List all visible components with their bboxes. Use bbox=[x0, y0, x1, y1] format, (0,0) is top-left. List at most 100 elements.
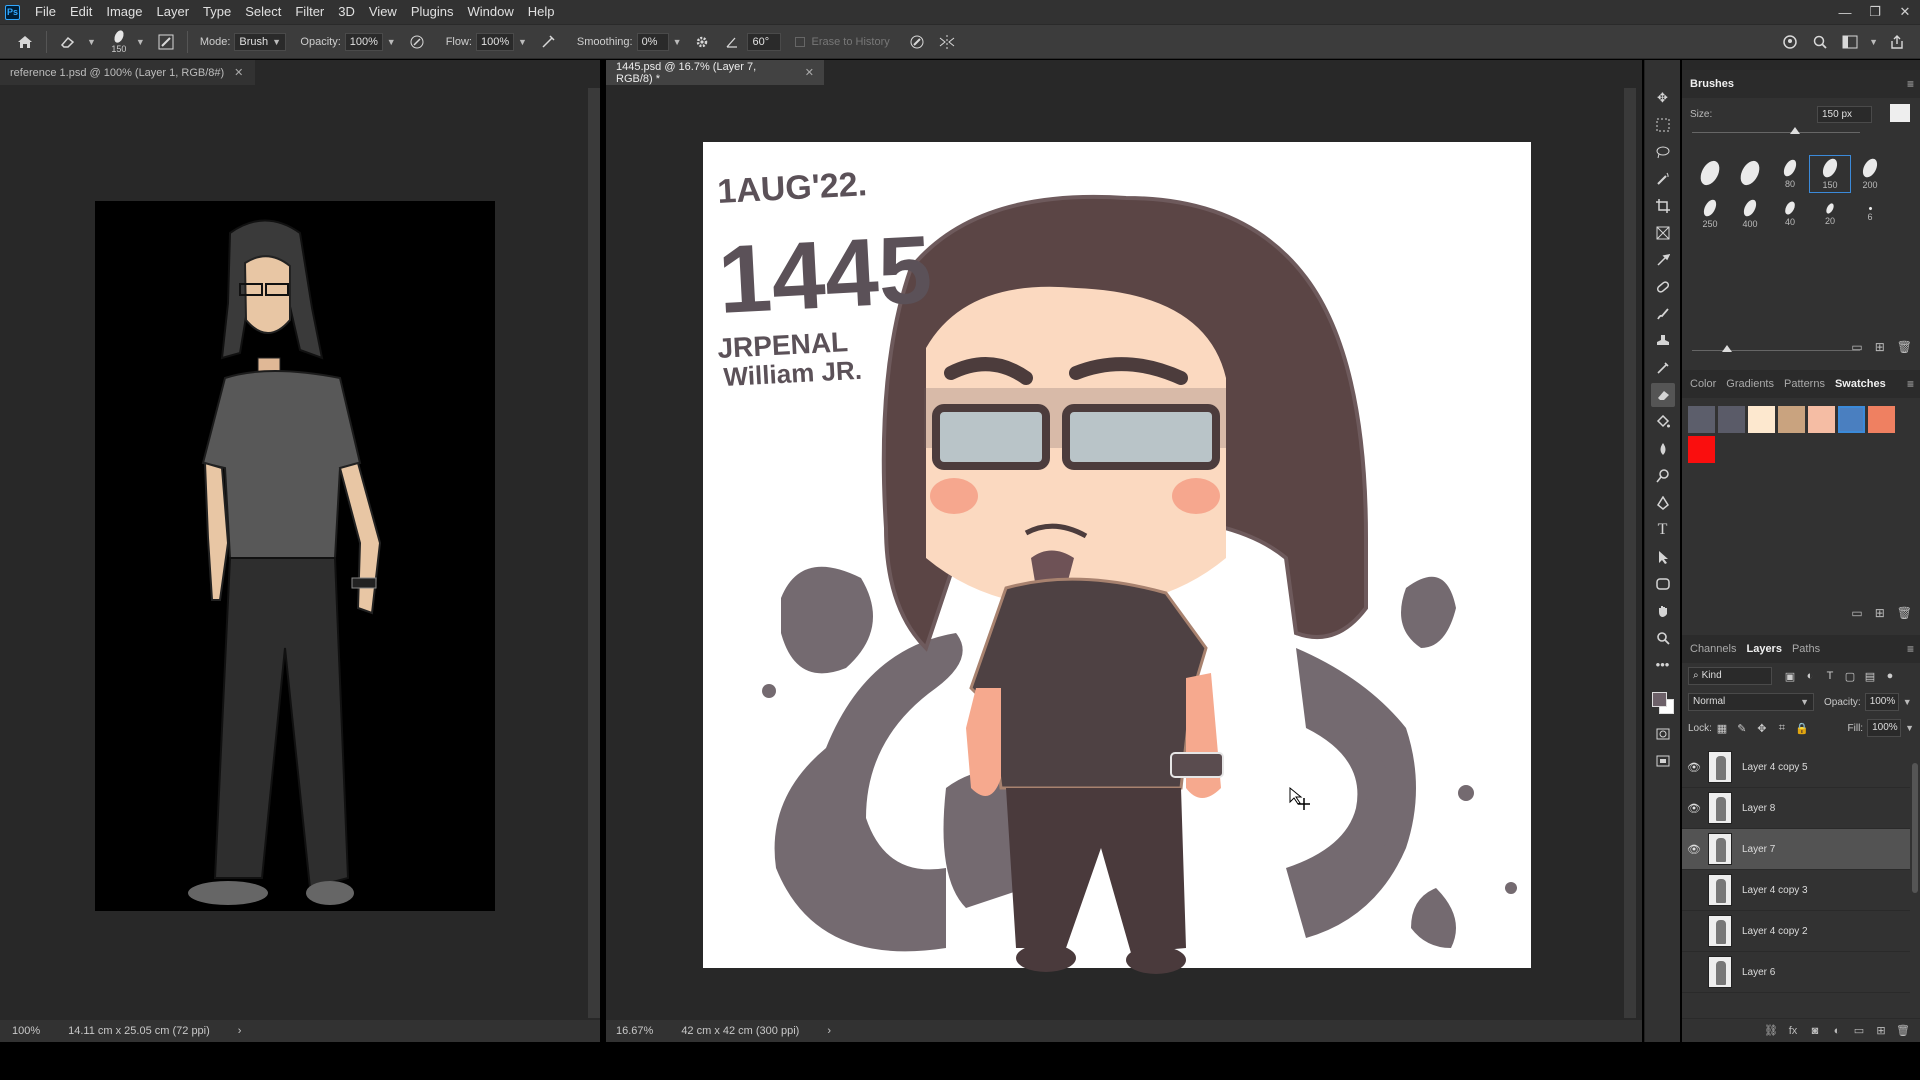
quick-mask-icon[interactable] bbox=[1651, 722, 1675, 746]
restore-button[interactable]: ❐ bbox=[1860, 0, 1890, 24]
chevron-down-icon[interactable]: ▼ bbox=[387, 37, 396, 47]
menu-window[interactable]: Window bbox=[460, 0, 520, 24]
tab-color[interactable]: Color bbox=[1690, 378, 1716, 390]
minimize-button[interactable]: — bbox=[1830, 0, 1860, 24]
chevron-down-icon[interactable]: ▼ bbox=[1903, 697, 1912, 707]
menu-select[interactable]: Select bbox=[238, 0, 288, 24]
brush-preset[interactable]: 40 bbox=[1770, 196, 1810, 232]
menu-image[interactable]: Image bbox=[99, 0, 149, 24]
blur-tool-icon[interactable] bbox=[1651, 437, 1675, 461]
folder-icon[interactable]: ▭ bbox=[1851, 340, 1862, 354]
tab-layers[interactable]: Layers bbox=[1746, 643, 1781, 655]
close-icon[interactable]: ✕ bbox=[805, 66, 814, 79]
eye-icon[interactable]: 👁 bbox=[1682, 966, 1706, 979]
color-swatch[interactable] bbox=[1688, 436, 1715, 463]
menu-layer[interactable]: Layer bbox=[150, 0, 197, 24]
type-tool-icon[interactable]: T bbox=[1651, 518, 1675, 542]
layer-row[interactable]: 👁 Layer 4 copy 3 bbox=[1682, 870, 1910, 911]
history-brush-tool-icon[interactable] bbox=[1651, 356, 1675, 380]
flow-input[interactable]: 100% bbox=[475, 32, 514, 51]
menu-edit[interactable]: Edit bbox=[63, 0, 99, 24]
chevron-down-icon[interactable]: ▼ bbox=[87, 37, 96, 47]
hand-tool-icon[interactable] bbox=[1651, 599, 1675, 623]
brush-size-slider[interactable] bbox=[1692, 132, 1860, 133]
layer-row[interactable]: 👁 Layer 6 bbox=[1682, 952, 1910, 993]
more-tools-icon[interactable]: ••• bbox=[1651, 653, 1675, 677]
filter-shape-icon[interactable]: ▢ bbox=[1840, 670, 1860, 683]
panel-menu-icon[interactable]: ≡ bbox=[1907, 377, 1914, 391]
brush-settings-panel-icon[interactable] bbox=[155, 31, 177, 53]
foreground-color-swatch[interactable] bbox=[1651, 692, 1667, 707]
filter-pixel-icon[interactable]: ▣ bbox=[1780, 670, 1800, 683]
chevron-down-icon[interactable]: ▼ bbox=[673, 37, 682, 47]
move-tool-icon[interactable]: ✥ bbox=[1651, 86, 1675, 110]
menu-type[interactable]: Type bbox=[196, 0, 238, 24]
menu-help[interactable]: Help bbox=[521, 0, 562, 24]
brush-preview-slider-thumb[interactable] bbox=[1722, 345, 1732, 352]
erase-to-history-checkbox[interactable] bbox=[795, 36, 806, 47]
eye-icon[interactable]: 👁 bbox=[1682, 802, 1706, 815]
layer-row[interactable]: 👁 Layer 4 copy 5 bbox=[1682, 747, 1910, 788]
layer-kind-filter[interactable]: ⌕ Kind bbox=[1688, 667, 1772, 685]
share-presence-icon[interactable] bbox=[1779, 31, 1801, 53]
screen-mode-icon[interactable] bbox=[1651, 749, 1675, 773]
layer-opacity-input[interactable]: 100% bbox=[1864, 693, 1899, 711]
color-swatch[interactable] bbox=[1868, 406, 1895, 433]
eraser-tool-icon[interactable] bbox=[1650, 382, 1675, 407]
frame-tool-icon[interactable] bbox=[1651, 221, 1675, 245]
trash-icon[interactable]: 🗑 bbox=[1892, 1024, 1914, 1037]
brush-preset[interactable]: 200 bbox=[1850, 156, 1890, 192]
dodge-tool-icon[interactable] bbox=[1651, 464, 1675, 488]
brush-preset[interactable]: 80 bbox=[1770, 156, 1810, 192]
search-icon[interactable] bbox=[1809, 31, 1831, 53]
brush-size-slider-thumb[interactable] bbox=[1790, 127, 1800, 134]
lock-position-icon[interactable]: ✥ bbox=[1752, 722, 1772, 735]
opacity-input[interactable]: 100% bbox=[344, 32, 383, 51]
chevron-right-icon[interactable]: › bbox=[238, 1025, 242, 1037]
pressure-opacity-icon[interactable] bbox=[406, 31, 428, 53]
eraser-tool-preset-icon[interactable] bbox=[57, 31, 79, 53]
new-layer-icon[interactable]: ⊞ bbox=[1870, 1024, 1892, 1037]
menu-3d[interactable]: 3D bbox=[331, 0, 362, 24]
zoom-tool-icon[interactable] bbox=[1651, 626, 1675, 650]
brush-tool-icon[interactable] bbox=[1651, 302, 1675, 326]
pressure-size-icon[interactable] bbox=[906, 31, 928, 53]
lasso-tool-icon[interactable] bbox=[1651, 140, 1675, 164]
brush-preset[interactable]: 6 bbox=[1850, 196, 1890, 232]
filter-type-icon[interactable]: T bbox=[1820, 670, 1840, 682]
brush-preset[interactable]: 400 bbox=[1730, 196, 1770, 232]
main-canvas-area[interactable]: 1AUG'22. 1445 JRPENAL William JR. bbox=[606, 88, 1624, 1018]
blend-mode-select[interactable]: Normal ▼ bbox=[1688, 693, 1814, 711]
panel-menu-icon[interactable]: ≡ bbox=[1907, 77, 1914, 91]
new-swatch-icon[interactable]: ⊞ bbox=[1875, 606, 1885, 620]
tab-gradients[interactable]: Gradients bbox=[1726, 378, 1774, 390]
chevron-down-icon[interactable]: ▼ bbox=[1869, 37, 1878, 47]
close-icon[interactable]: ✕ bbox=[234, 66, 243, 79]
menu-filter[interactable]: Filter bbox=[288, 0, 331, 24]
workspace-icon[interactable] bbox=[1839, 31, 1861, 53]
brush-preset[interactable] bbox=[1690, 156, 1730, 192]
marquee-tool-icon[interactable] bbox=[1651, 113, 1675, 137]
share-icon[interactable] bbox=[1886, 31, 1908, 53]
color-swatch[interactable] bbox=[1748, 406, 1775, 433]
brush-settings-icon[interactable] bbox=[1890, 104, 1910, 122]
filter-adjustment-icon[interactable]: ◐ bbox=[1800, 670, 1820, 682]
filter-smart-object-icon[interactable]: ▤ bbox=[1860, 670, 1880, 683]
magic-wand-tool-icon[interactable] bbox=[1651, 167, 1675, 191]
airbrush-icon[interactable] bbox=[537, 31, 559, 53]
home-icon[interactable] bbox=[14, 31, 36, 53]
mode-select[interactable]: Brush ▼ bbox=[234, 32, 287, 51]
menu-file[interactable]: File bbox=[28, 0, 63, 24]
tab-brushes[interactable]: Brushes bbox=[1690, 78, 1734, 90]
fill-input[interactable]: 100% bbox=[1867, 719, 1902, 737]
color-swatch[interactable] bbox=[1808, 406, 1835, 433]
eye-icon[interactable]: 👁 bbox=[1682, 843, 1706, 856]
eyedropper-tool-icon[interactable] bbox=[1651, 248, 1675, 272]
main-zoom[interactable]: 16.67% bbox=[616, 1025, 653, 1037]
tab-patterns[interactable]: Patterns bbox=[1784, 378, 1825, 390]
smoothing-input[interactable]: 0% bbox=[636, 32, 669, 51]
trash-icon[interactable]: 🗑 bbox=[1897, 340, 1912, 354]
link-layers-icon[interactable]: ⛓ bbox=[1760, 1024, 1782, 1037]
chevron-down-icon[interactable]: ▼ bbox=[136, 37, 145, 47]
folder-icon[interactable]: ▭ bbox=[1851, 606, 1862, 620]
